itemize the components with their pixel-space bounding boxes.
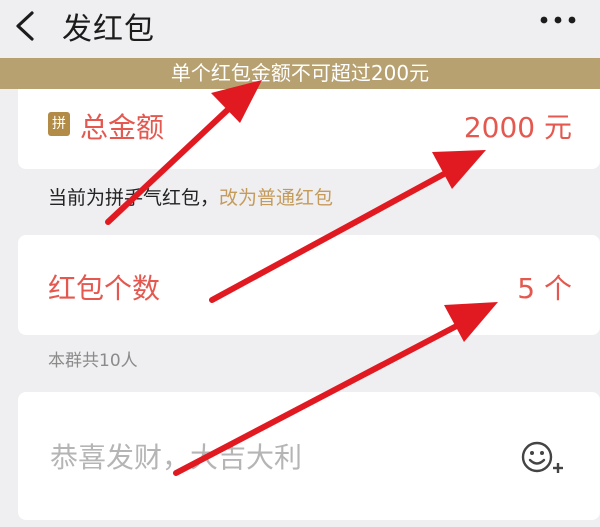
total-amount-value[interactable]: 2000 元 [464, 106, 572, 146]
switch-normal-packet-link[interactable]: 改为普通红包 [219, 187, 333, 209]
packet-count-card[interactable]: 红包个数 5 个 [18, 235, 600, 335]
packet-count-label: 红包个数 [48, 272, 161, 305]
pin-badge-icon: 拼 [48, 112, 70, 136]
page-title: 发红包 [62, 12, 155, 47]
packet-count-value[interactable]: 5 个 [517, 267, 572, 307]
more-dots-icon[interactable] [536, 10, 580, 30]
emoji-add-icon[interactable] [520, 440, 564, 476]
nav-bar: 发红包 [0, 0, 600, 58]
packet-type-hint: 当前为拼手气红包，改为普通红包 [48, 183, 333, 210]
packet-type-text: 当前为拼手气红包， [48, 187, 220, 209]
greeting-card [18, 392, 600, 520]
greeting-input[interactable] [48, 440, 492, 475]
total-amount-label: 总金额 [80, 111, 165, 144]
amount-limit-warning: 单个红包金额不可超过200元 [0, 58, 600, 89]
group-member-count: 本群共10人 [48, 351, 138, 371]
total-amount-card[interactable]: 拼 总金额 2000 元 [18, 89, 600, 169]
chevron-left-icon[interactable] [10, 8, 42, 44]
